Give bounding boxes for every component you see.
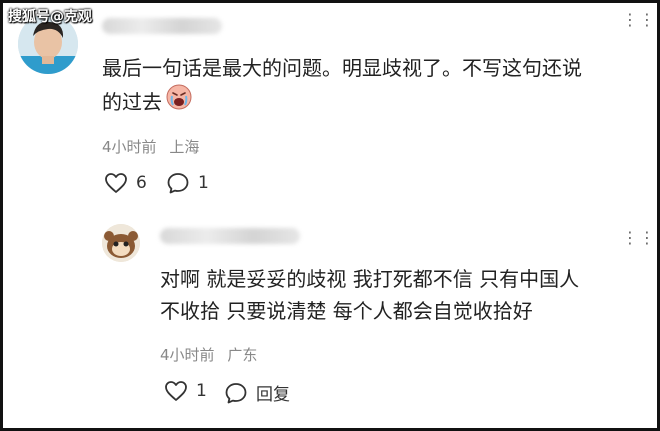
- comment-like-count: 6: [136, 173, 147, 193]
- replier-avatar[interactable]: [102, 224, 140, 262]
- reply-location: 广东: [227, 346, 258, 364]
- watermark: 搜狐号@克观: [8, 9, 92, 25]
- reply-like-button[interactable]: 1: [164, 380, 207, 402]
- heart-icon: [164, 380, 188, 402]
- reply-like-count: 1: [196, 381, 207, 401]
- comment-reply-button[interactable]: 1: [166, 172, 209, 194]
- more-options-icon[interactable]: ⋮⋮: [622, 10, 656, 29]
- comment-meta: 4小时前 上海: [102, 136, 199, 157]
- commenter-name-blurred[interactable]: [102, 18, 222, 34]
- reply-more-options-icon[interactable]: ⋮⋮: [622, 228, 656, 247]
- speech-bubble-icon: [166, 172, 190, 194]
- comment-reply-count: 1: [198, 173, 209, 193]
- comment-text-line2-wrap: 的过去: [102, 84, 192, 119]
- reply-reply-label: 回复: [256, 385, 290, 405]
- heart-icon: [104, 172, 128, 194]
- comment-location: 上海: [169, 138, 200, 156]
- comment-like-button[interactable]: 6: [104, 172, 147, 194]
- speech-bubble-icon: [224, 382, 248, 404]
- crying-face-icon: [166, 84, 192, 119]
- reply-time: 4小时前: [160, 346, 215, 364]
- reply-reply-button[interactable]: 回复: [224, 380, 290, 405]
- reply-text-line1: 对啊 就是妥妥的歧视 我打死都不信 只有中国人: [160, 267, 580, 291]
- comment-text-line1: 最后一句话是最大的问题。明显歧视了。不写这句还说: [102, 56, 582, 80]
- comment-text-line2: 的过去: [102, 89, 162, 114]
- comment-time: 4小时前: [102, 138, 157, 156]
- reply-text-line2: 不收拾 只要说清楚 每个人都会自觉收拾好: [160, 299, 533, 323]
- replier-name-blurred[interactable]: [160, 228, 300, 244]
- reply-meta: 4小时前 广东: [160, 344, 257, 365]
